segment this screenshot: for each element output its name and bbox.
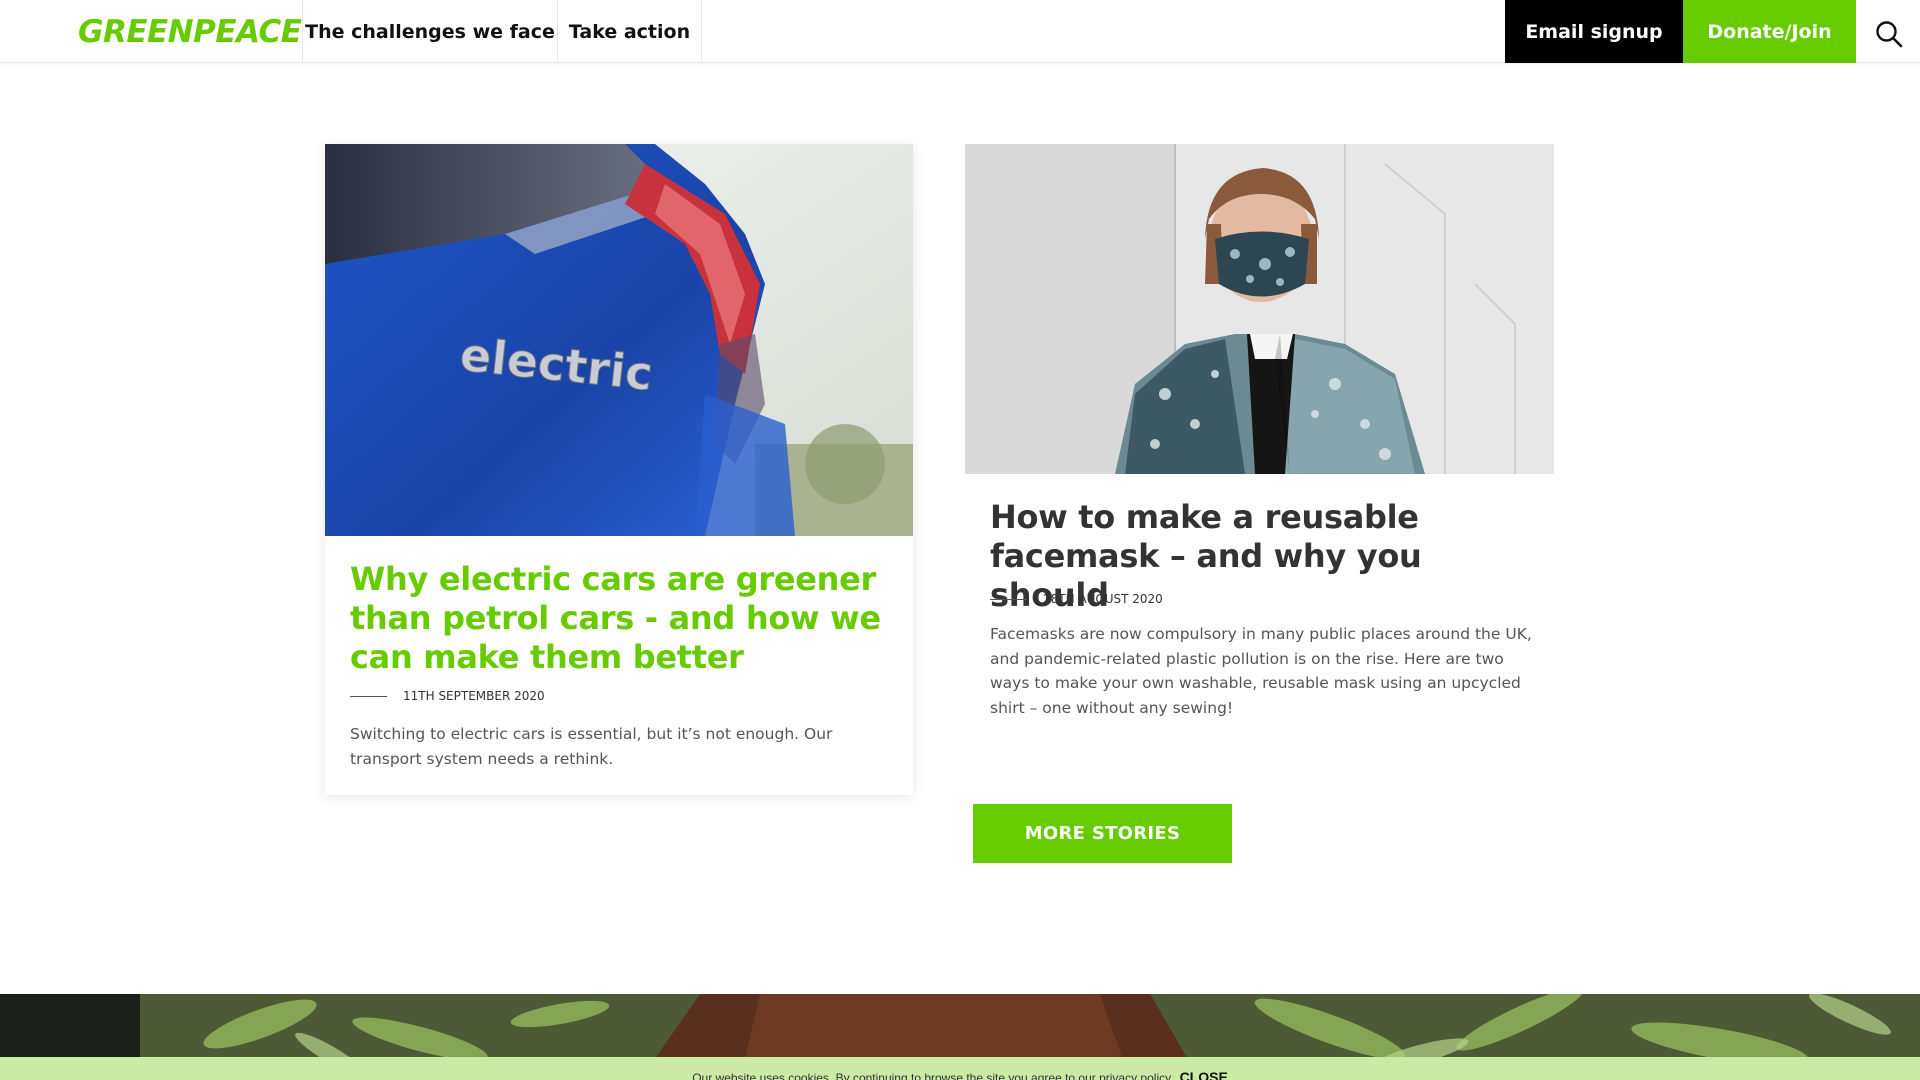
nav-challenges[interactable]: The challenges we face [302, 0, 557, 63]
main-nav: The challenges we face Take action [302, 0, 702, 63]
article-excerpt: Switching to electric cars is essential,… [350, 725, 833, 768]
article-meta: 11TH SEPTEMBER 2020 [350, 689, 545, 703]
search-icon[interactable] [1874, 19, 1904, 49]
article-title[interactable]: Why electric cars are greener than petro… [350, 560, 895, 677]
divider-rule [990, 598, 1027, 600]
cookie-notice-bar: Our website uses cookies. By continuing … [0, 1057, 1920, 1080]
article-meta: 28TH AUGUST 2020 [990, 592, 1163, 606]
article-date: 28TH AUGUST 2020 [1043, 592, 1163, 606]
nav-take-action[interactable]: Take action [557, 0, 702, 63]
article-excerpt: Facemasks are now compulsory in many pub… [990, 625, 1532, 717]
electric-car-image[interactable]: electric [325, 144, 913, 536]
cookie-close-button[interactable]: CLOSE [1180, 1069, 1228, 1080]
article-date: 11TH SEPTEMBER 2020 [403, 689, 545, 703]
more-stories-button[interactable]: MORE STORIES [973, 804, 1232, 863]
facemask-person-image[interactable] [965, 144, 1554, 474]
greenpeace-logo[interactable]: GREENPEACE [78, 14, 302, 50]
divider-rule [350, 695, 387, 697]
site-header: GREENPEACE The challenges we face Take a… [0, 0, 1920, 63]
article-card-electric-cars[interactable]: electric Why electric cars are greener t… [325, 144, 913, 795]
email-signup-button[interactable]: Email signup [1505, 0, 1683, 63]
article-card-facemask[interactable]: How to make a reusable facemask – and wh… [965, 144, 1554, 744]
cookie-message: Our website uses cookies. By continuing … [692, 1071, 1174, 1080]
donate-join-button[interactable]: Donate/Join [1683, 0, 1856, 63]
